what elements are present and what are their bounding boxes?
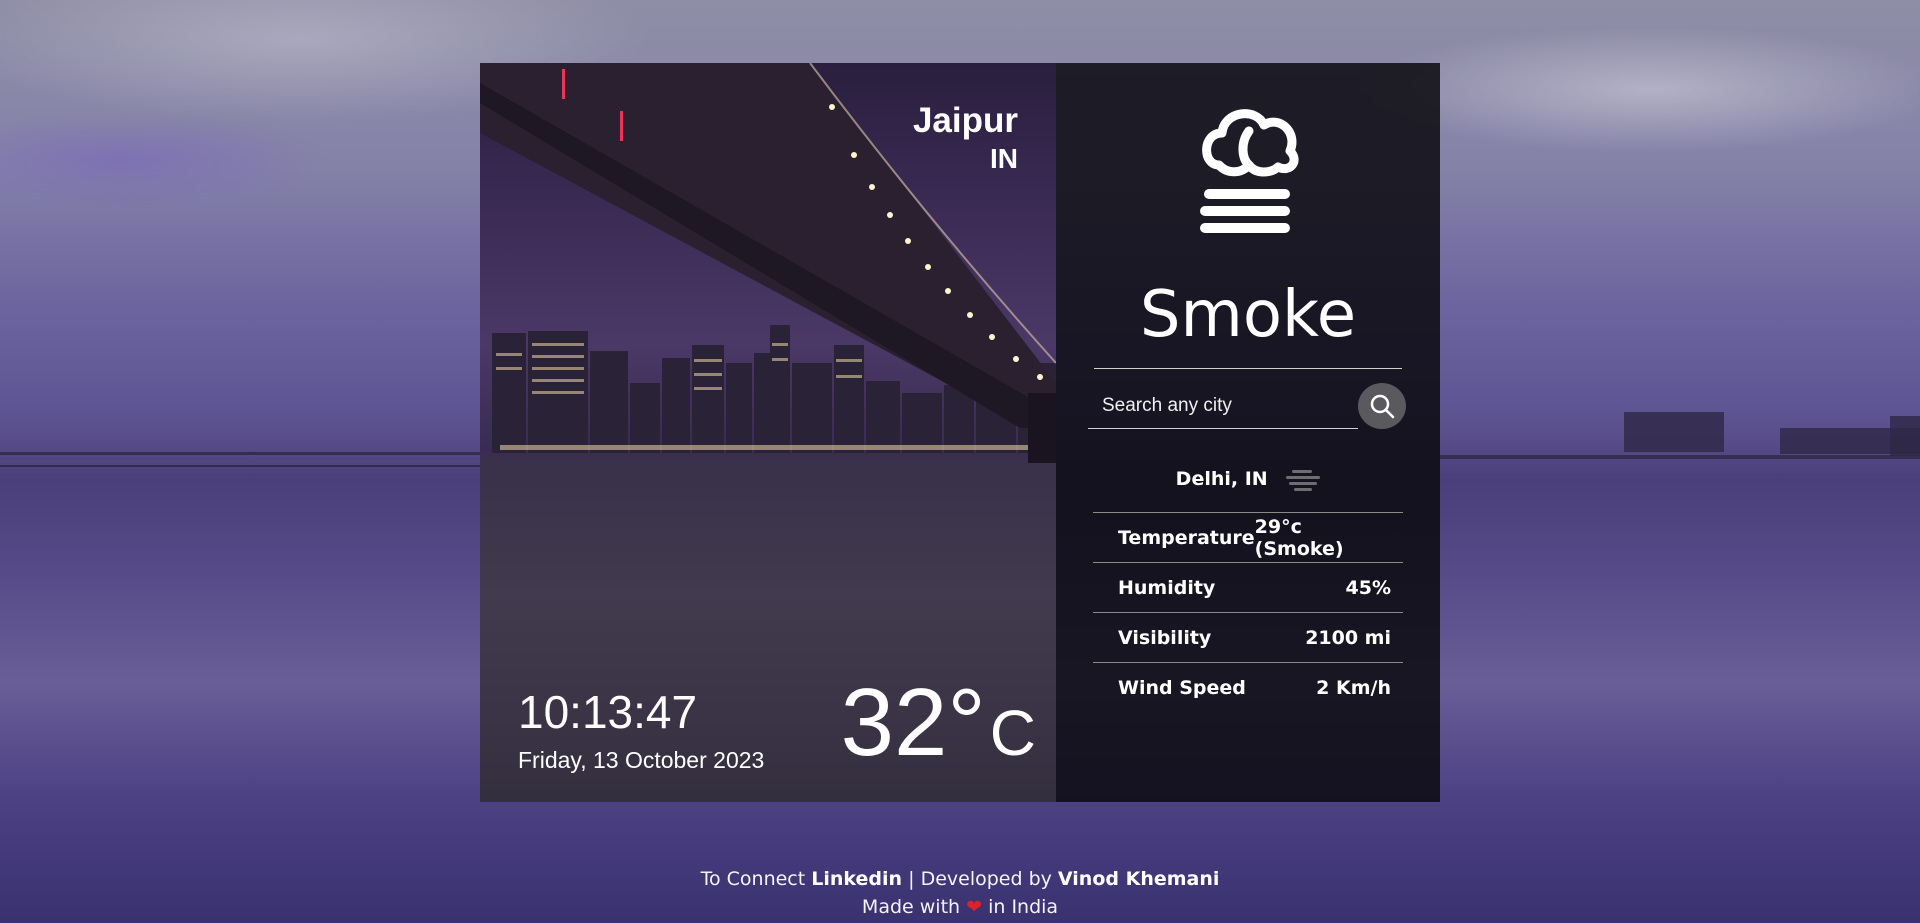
result-location-name: Delhi, IN: [1175, 468, 1268, 490]
city-name: Jaipur: [912, 101, 1018, 140]
weather-condition: Smoke: [1139, 278, 1357, 352]
stat-temperature: Temperature 29°c (Smoke): [1093, 512, 1403, 562]
background-shoreline: [1440, 455, 1920, 459]
stat-value: 29°c (Smoke): [1254, 515, 1344, 560]
city-search-input[interactable]: [1088, 383, 1358, 429]
background-building: [1890, 416, 1920, 456]
stat-humidity: Humidity 45%: [1093, 562, 1403, 612]
smoke-icon: [1200, 109, 1299, 233]
divider: [1094, 368, 1402, 369]
current-temperature: 32°C: [841, 675, 1036, 771]
stat-label: Temperature: [1118, 526, 1255, 549]
city-photo-panel: Jaipur IN 10:13:47 Friday, 13 October 20…: [480, 63, 1056, 802]
footer-developed-by: Developed by: [920, 868, 1052, 890]
country-code: IN: [990, 143, 1018, 174]
stat-label: Wind Speed: [1118, 676, 1246, 699]
stat-label: Humidity: [1118, 576, 1216, 599]
background-building: [1624, 412, 1724, 452]
footer-line-1: To Connect Linkedin | Developed by Vinod…: [0, 865, 1920, 893]
background-bridge: [0, 452, 480, 467]
stat-visibility: Visibility 2100 mi: [1093, 612, 1403, 662]
stat-label: Visibility: [1118, 626, 1212, 649]
developer-name: Vinod Khemani: [1057, 868, 1220, 890]
temperature-unit: C: [989, 697, 1036, 769]
search-icon: [1370, 394, 1395, 419]
weather-card: Jaipur IN 10:13:47 Friday, 13 October 20…: [480, 63, 1440, 802]
current-date: Friday, 13 October 2023: [518, 747, 765, 773]
stat-value: 2 Km/h: [1316, 676, 1391, 699]
stat-value: 2100 mi: [1305, 626, 1391, 649]
footer-made-with: Made with: [861, 896, 961, 918]
weather-stats-list: Temperature 29°c (Smoke) Humidity 45% Vi…: [1093, 512, 1403, 712]
page-footer: To Connect Linkedin | Developed by Vinod…: [0, 865, 1920, 921]
stat-value: 45%: [1345, 576, 1391, 599]
current-time: 10:13:47: [518, 686, 698, 738]
stat-wind-speed: Wind Speed 2 Km/h: [1093, 662, 1403, 712]
haze-icon: [1286, 469, 1321, 491]
search-button[interactable]: [1358, 383, 1406, 429]
footer-connect-text: To Connect: [700, 868, 806, 890]
search-result-location: Delhi, IN: [1056, 468, 1440, 491]
heart-icon: ❤: [966, 896, 983, 918]
footer-line-2: Made with ❤ in India: [0, 893, 1920, 921]
linkedin-link[interactable]: Linkedin: [811, 868, 902, 890]
footer-separator: |: [908, 868, 915, 890]
temperature-value: 32°: [840, 669, 986, 776]
weather-details-panel: Smoke Delhi, IN Temperature 29°c (Smoke): [1056, 63, 1440, 802]
footer-in-india: in India: [988, 896, 1059, 918]
